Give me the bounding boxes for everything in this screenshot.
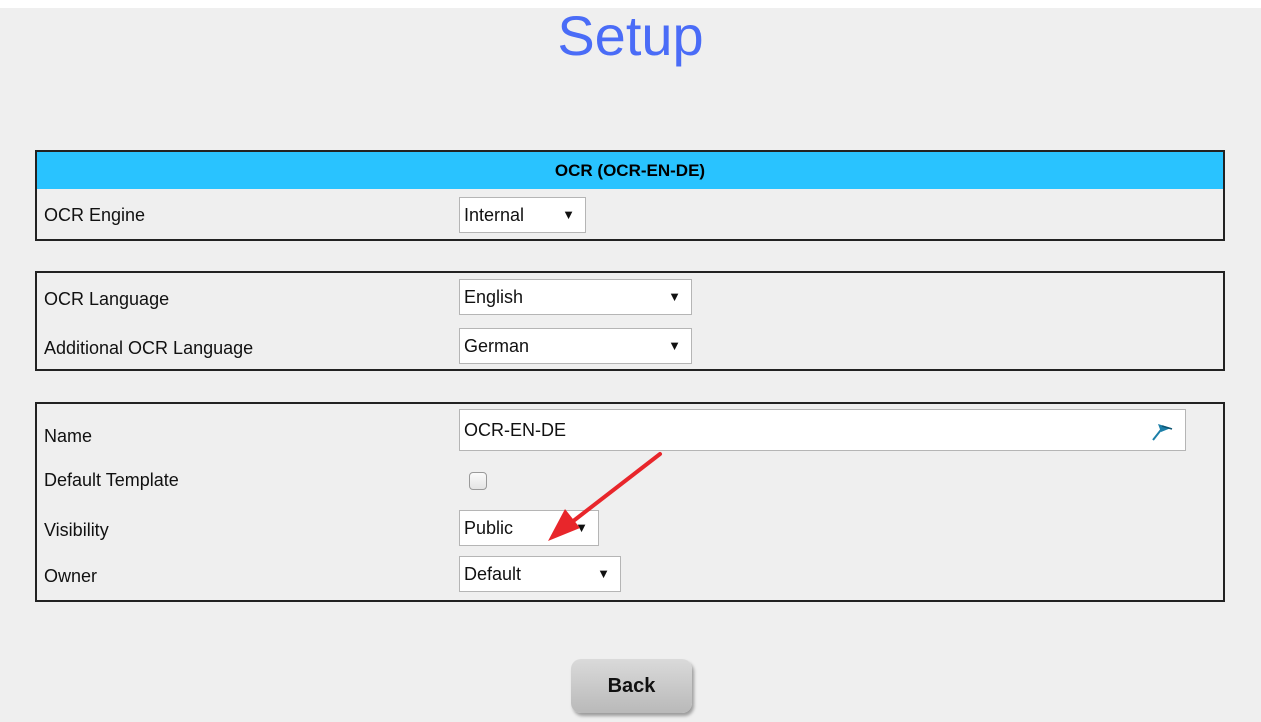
page-title: Setup: [557, 4, 704, 67]
ocr-engine-label: OCR Engine: [44, 205, 146, 225]
chevron-down-icon: ▼: [668, 289, 681, 304]
owner-row: Owner Default ▼: [37, 556, 1223, 594]
ocr-section-header: OCR (OCR-EN-DE): [37, 152, 1223, 189]
chevron-down-icon: ▼: [562, 207, 575, 222]
pin-icon[interactable]: [1149, 418, 1175, 442]
default-template-label: Default Template: [44, 470, 179, 490]
owner-label: Owner: [44, 566, 98, 586]
ocr-language-select[interactable]: English ▼: [459, 279, 692, 315]
additional-ocr-language-value: German: [464, 336, 530, 356]
ocr-engine-value: Internal: [464, 205, 525, 225]
ocr-engine-section: OCR (OCR-EN-DE) OCR Engine Internal ▼: [35, 150, 1225, 241]
ocr-language-label: OCR Language: [44, 289, 170, 309]
name-value: OCR-EN-DE: [464, 420, 566, 440]
ocr-language-section: OCR Language English ▼ Additional OCR La…: [35, 271, 1225, 371]
back-button[interactable]: Back: [571, 659, 692, 713]
visibility-row: Visibility Public ▼: [37, 510, 1223, 548]
default-template-checkbox[interactable]: [469, 472, 487, 490]
additional-ocr-language-select[interactable]: German ▼: [459, 328, 692, 364]
additional-ocr-language-label: Additional OCR Language: [44, 338, 254, 358]
name-row: Name OCR-EN-DE: [37, 409, 1223, 451]
chevron-down-icon: ▼: [597, 566, 610, 581]
chevron-down-icon: ▼: [668, 338, 681, 353]
default-template-row: Default Template: [37, 468, 1223, 498]
name-input[interactable]: OCR-EN-DE: [459, 409, 1186, 451]
ocr-language-row: OCR Language English ▼: [37, 279, 1223, 319]
visibility-select[interactable]: Public ▼: [459, 510, 599, 546]
visibility-label: Visibility: [44, 520, 109, 540]
ocr-engine-select[interactable]: Internal ▼: [459, 197, 586, 233]
chevron-down-icon: ▼: [575, 520, 588, 535]
owner-select[interactable]: Default ▼: [459, 556, 621, 592]
visibility-value: Public: [464, 518, 514, 538]
owner-value: Default: [464, 564, 522, 584]
ocr-language-value: English: [464, 287, 524, 307]
name-label: Name: [44, 426, 93, 446]
additional-ocr-language-row: Additional OCR Language German ▼: [37, 328, 1223, 368]
ocr-engine-row: OCR Engine Internal ▼: [37, 193, 1223, 235]
template-settings-section: Name OCR-EN-DE Default Template Visibili…: [35, 402, 1225, 602]
